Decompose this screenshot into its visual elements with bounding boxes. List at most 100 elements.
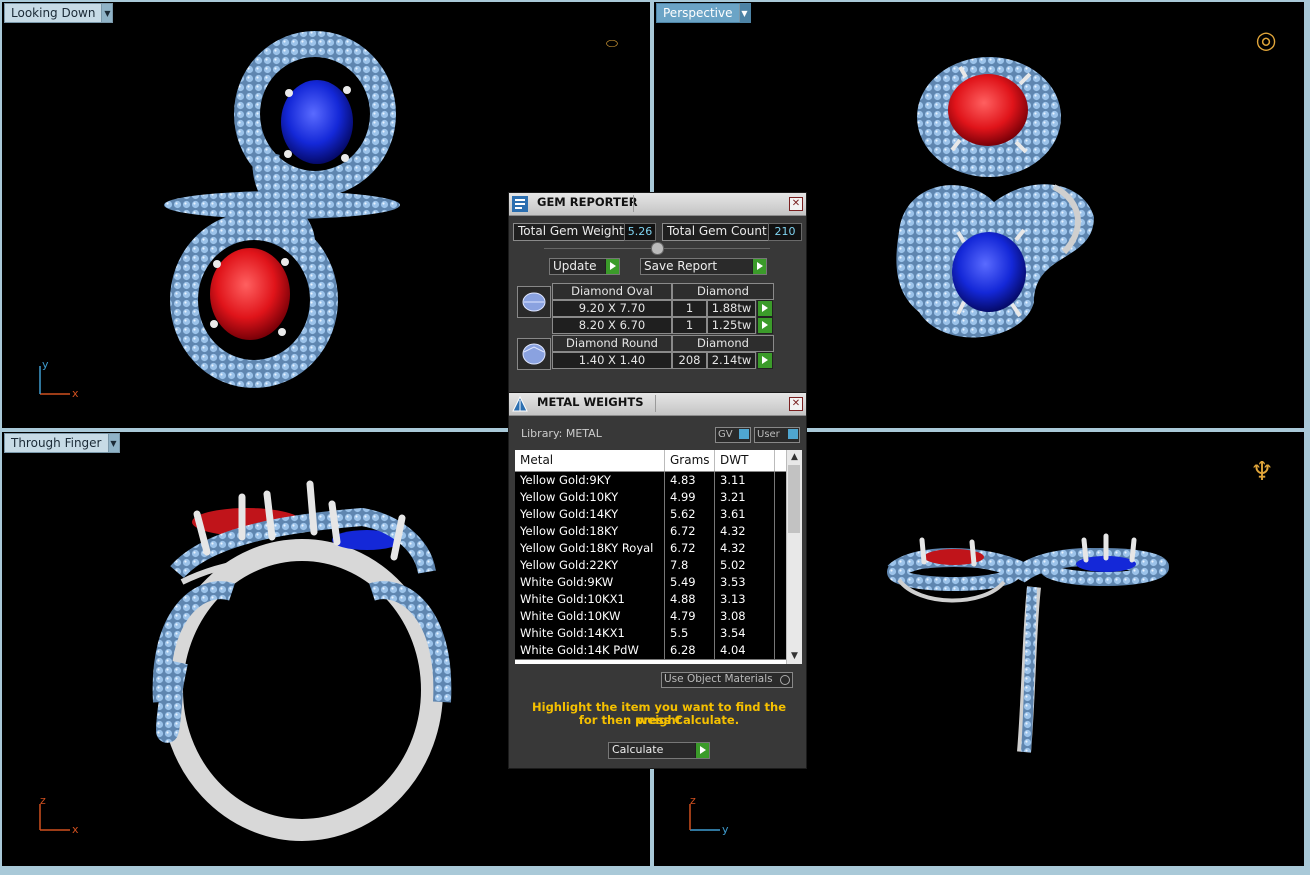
column-header-dwt[interactable]: DWT (715, 450, 775, 471)
grams-cell: 5.49 (665, 574, 715, 591)
column-header-grams[interactable]: Grams (665, 450, 715, 471)
play-arrow-icon (752, 259, 766, 274)
metal-name-cell: Yellow Gold:22KY (515, 557, 665, 574)
dwt-cell: 3.21 (715, 489, 775, 506)
table-row[interactable]: White Gold:10KX1 4.88 3.13 (515, 591, 787, 609)
metal-name-cell: White Gold:14K PdW (515, 642, 665, 659)
scroll-up-icon[interactable]: ▲ (787, 450, 802, 465)
total-gem-weight-value: 5.26 (624, 223, 656, 241)
gem-shape-header: Diamond Oval (552, 283, 672, 300)
total-gem-count-label: Total Gem Count (662, 223, 772, 241)
axis-label-y: y (722, 823, 729, 836)
grams-cell: 5.5 (665, 625, 715, 642)
table-row[interactable]: White Gold:14KX1 5.5 3.54 (515, 625, 787, 643)
scroll-down-icon[interactable]: ▼ (787, 649, 802, 664)
title-separator (655, 395, 656, 412)
gem-report-icon (512, 196, 528, 212)
axis-label-z: z (690, 794, 696, 807)
gv-toggle[interactable]: GV (715, 427, 751, 443)
gem-row-select-button[interactable] (757, 300, 773, 317)
use-object-materials-label: Use Object Materials (664, 673, 773, 685)
library-label: Library: METAL (521, 427, 602, 440)
table-row[interactable]: Yellow Gold:18KY Royal 6.72 4.32 (515, 540, 787, 558)
calculate-button[interactable]: Calculate (608, 742, 710, 759)
viewport-label-perspective[interactable]: Perspective ▼ (656, 3, 751, 23)
table-row[interactable]: Yellow Gold:10KY 4.99 3.21 (515, 489, 787, 507)
dwt-cell: 5.02 (715, 557, 775, 574)
dwt-cell: 4.04 (715, 642, 775, 659)
dwt-cell: 4.32 (715, 523, 775, 540)
gem-reporter-title: GEM REPORTER (537, 195, 638, 209)
grams-cell: 4.79 (665, 608, 715, 625)
grams-cell: 7.8 (665, 557, 715, 574)
dwt-cell: 3.11 (715, 472, 775, 489)
calculate-button-label: Calculate (612, 743, 664, 756)
close-icon[interactable]: ✕ (789, 197, 803, 211)
grams-cell: 4.88 (665, 591, 715, 608)
table-row[interactable]: White Gold:14K PdW 6.28 4.04 (515, 642, 787, 660)
metal-name-cell: Yellow Gold:10KY (515, 489, 665, 506)
grams-cell: 4.99 (665, 489, 715, 506)
table-row[interactable]: Yellow Gold:22KY 7.8 5.02 (515, 557, 787, 575)
collapse-handle-icon[interactable] (651, 242, 664, 255)
play-arrow-icon (605, 259, 619, 274)
gem-reporter-titlebar[interactable]: GEM REPORTER ✕ (509, 193, 806, 216)
orientation-ring-icon: ⬭ (606, 36, 618, 52)
table-row[interactable]: White Gold:9KW 5.49 3.53 (515, 574, 787, 592)
toggle-indicator-icon (739, 429, 749, 439)
viewport-label-text: Looking Down (11, 6, 96, 20)
total-gem-count-value: 210 (768, 223, 802, 241)
update-button-label: Update (553, 259, 597, 273)
viewport-label-text: Perspective (663, 6, 733, 20)
close-icon[interactable]: ✕ (789, 397, 803, 411)
orientation-ring-icon: ◎ (1256, 26, 1277, 54)
chevron-down-icon[interactable]: ▼ (101, 4, 113, 22)
gem-size-cell: 1.40 X 1.40 (552, 352, 672, 369)
gem-row-select-button[interactable] (757, 352, 773, 369)
oval-gem-icon (517, 286, 551, 318)
chevron-down-icon[interactable]: ▼ (107, 434, 119, 452)
column-header-metal[interactable]: Metal (515, 450, 665, 471)
grams-cell: 4.83 (665, 472, 715, 489)
user-toggle[interactable]: User (754, 427, 800, 443)
table-row[interactable]: Yellow Gold:9KY 4.83 3.11 (515, 472, 787, 490)
save-report-button[interactable]: Save Report (640, 258, 767, 275)
viewport-label-looking-down[interactable]: Looking Down ▼ (4, 3, 114, 23)
axis-label-x: x (72, 387, 79, 400)
gem-material-header: Diamond (672, 283, 774, 300)
axis-label-y: y (42, 358, 49, 371)
dwt-cell: 3.61 (715, 506, 775, 523)
gv-toggle-label: GV (718, 429, 733, 440)
gem-size-cell: 9.20 X 7.70 (552, 300, 672, 317)
table-row[interactable]: Yellow Gold:18KY 6.72 4.32 (515, 523, 787, 541)
dwt-cell: 4.32 (715, 540, 775, 557)
table-scrollbar[interactable]: ▲ ▼ (786, 450, 802, 664)
metal-weights-panel: METAL WEIGHTS ✕ Library: METAL GV User M… (508, 392, 807, 769)
viewport-label-through-finger[interactable]: Through Finger ▼ (4, 433, 120, 453)
metal-name-cell: Yellow Gold:9KY (515, 472, 665, 489)
gem-count-cell: 1 (672, 317, 707, 334)
save-report-button-label: Save Report (644, 259, 718, 273)
radio-indicator-icon (780, 675, 790, 685)
metal-weights-titlebar[interactable]: METAL WEIGHTS ✕ (509, 393, 806, 416)
table-row[interactable]: White Gold:10KW 4.79 3.08 (515, 608, 787, 626)
gem-row-select-button[interactable] (757, 317, 773, 334)
metal-weights-title: METAL WEIGHTS (537, 395, 644, 409)
metal-weights-table[interactable]: Metal Grams DWT Yellow Gold:9KY 4.83 3.11 Y… (515, 450, 802, 664)
gem-weight-cell: 2.14tw (707, 352, 756, 369)
title-separator (633, 195, 634, 212)
table-row[interactable]: Yellow Gold:14KY 5.62 3.61 (515, 506, 787, 524)
dwt-cell: 3.53 (715, 574, 775, 591)
chevron-down-icon[interactable]: ▼ (738, 4, 750, 22)
gem-weight-cell: 1.88tw (707, 300, 756, 317)
grams-cell: 6.72 (665, 523, 715, 540)
viewport-label-text: Through Finger (11, 436, 102, 450)
metal-name-cell: White Gold:14KX1 (515, 625, 665, 642)
metal-name-cell: Yellow Gold:18KY (515, 523, 665, 540)
axis-label-z: z (40, 794, 46, 807)
use-object-materials-toggle[interactable]: Use Object Materials (661, 672, 793, 688)
grams-cell: 6.72 (665, 540, 715, 557)
update-button[interactable]: Update (549, 258, 620, 275)
gem-count-cell: 1 (672, 300, 707, 317)
scroll-thumb[interactable] (788, 465, 800, 533)
